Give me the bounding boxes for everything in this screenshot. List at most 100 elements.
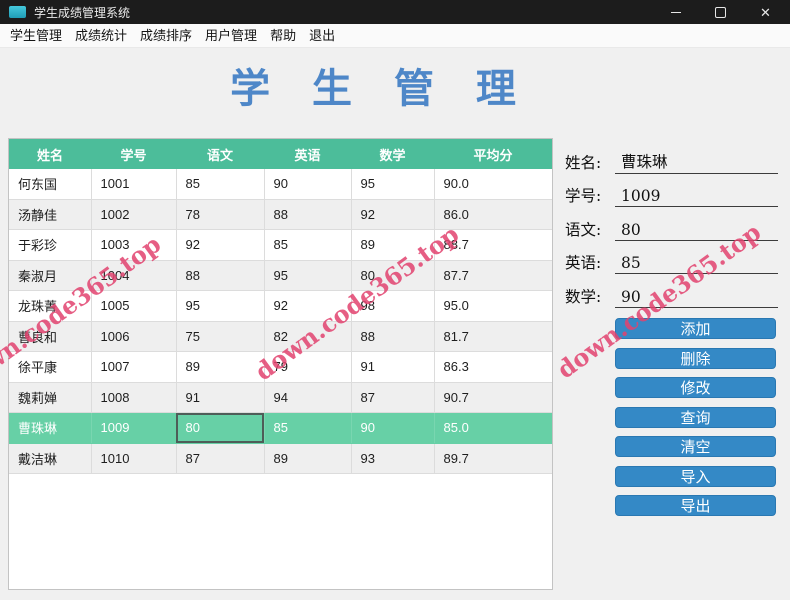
table-cell[interactable]: 75 bbox=[176, 321, 265, 352]
table-row[interactable]: 曹良和 1006 75 82 88 81.7 bbox=[9, 321, 552, 352]
table-cell[interactable]: 92 bbox=[264, 290, 352, 322]
column-header-4[interactable]: 数学 bbox=[351, 139, 434, 169]
table-cell[interactable]: 1008 bbox=[91, 382, 177, 413]
table-cell[interactable]: 92 bbox=[176, 229, 265, 261]
table-cell[interactable]: 87 bbox=[176, 443, 265, 474]
table-row[interactable]: 曹珠琳 1009 80 85 90 85.0 bbox=[9, 412, 552, 444]
table-cell[interactable]: 95.0 bbox=[434, 290, 552, 322]
menu-item-student-manage[interactable]: 学生管理 bbox=[6, 24, 66, 48]
student-id-input[interactable]: 1009 bbox=[615, 184, 778, 207]
table-row[interactable]: 徐平康 1007 89 79 91 86.3 bbox=[9, 351, 552, 383]
table-cell[interactable]: 88 bbox=[264, 199, 352, 230]
column-header-5[interactable]: 平均分 bbox=[434, 139, 552, 169]
column-header-0[interactable]: 姓名 bbox=[9, 139, 91, 169]
menu-item-help[interactable]: 帮助 bbox=[266, 24, 300, 48]
table-cell[interactable]: 90 bbox=[264, 169, 352, 200]
table-cell[interactable]: 85.0 bbox=[434, 412, 552, 444]
table-cell[interactable]: 1001 bbox=[91, 169, 177, 200]
table-cell[interactable]: 78 bbox=[176, 199, 265, 230]
menu-item-score-sort[interactable]: 成绩排序 bbox=[136, 24, 196, 48]
maximize-button[interactable] bbox=[698, 0, 743, 24]
table-cell[interactable]: 戴洁琳 bbox=[9, 443, 92, 474]
math-input[interactable]: 90 bbox=[615, 285, 778, 308]
table-row[interactable]: 于彩珍 1003 92 85 89 88.7 bbox=[9, 229, 552, 261]
column-header-2[interactable]: 语文 bbox=[176, 139, 264, 169]
table-cell[interactable]: 89.7 bbox=[434, 443, 552, 474]
table-cell[interactable]: 曹珠琳 bbox=[9, 412, 92, 444]
table-cell[interactable]: 87 bbox=[351, 382, 435, 413]
table-cell[interactable]: 94 bbox=[264, 382, 352, 413]
table-cell[interactable]: 85 bbox=[176, 169, 265, 200]
close-button[interactable]: ✕ bbox=[743, 0, 788, 24]
menu-item-exit[interactable]: 退出 bbox=[305, 24, 339, 48]
maximize-icon bbox=[715, 6, 726, 18]
table-cell[interactable]: 95 bbox=[351, 169, 435, 200]
table-cell[interactable]: 魏莉婵 bbox=[9, 382, 92, 413]
table-cell[interactable]: 于彩珍 bbox=[9, 229, 92, 261]
table-cell[interactable]: 95 bbox=[176, 290, 265, 322]
table-cell[interactable]: 89 bbox=[176, 351, 265, 383]
table-cell[interactable]: 98 bbox=[351, 290, 435, 322]
table-cell[interactable]: 汤静佳 bbox=[9, 199, 92, 230]
clear-button[interactable]: 清空 bbox=[615, 436, 776, 457]
table-cell[interactable]: 80 bbox=[351, 260, 435, 291]
import-button[interactable]: 导入 bbox=[615, 465, 776, 487]
table-cell[interactable]: 曹良和 bbox=[9, 321, 92, 352]
menu-item-score-stats[interactable]: 成绩统计 bbox=[71, 24, 131, 48]
table-cell[interactable]: 86.3 bbox=[434, 351, 552, 383]
table-row[interactable]: 龙珠菁 1005 95 92 98 95.0 bbox=[9, 290, 552, 322]
table-cell[interactable]: 87.7 bbox=[434, 260, 552, 291]
english-input[interactable]: 85 bbox=[615, 251, 778, 274]
table-cell[interactable]: 89 bbox=[264, 443, 352, 474]
table-row[interactable]: 何东国 1001 85 90 95 90.0 bbox=[9, 169, 552, 200]
table-cell[interactable]: 何东国 bbox=[9, 169, 92, 200]
table-cell[interactable]: 79 bbox=[264, 351, 352, 383]
table-cell[interactable]: 90.7 bbox=[434, 382, 552, 413]
name-input[interactable]: 曹珠琳 bbox=[615, 150, 778, 174]
table-cell[interactable]: 1003 bbox=[91, 229, 177, 261]
column-header-1[interactable]: 学号 bbox=[91, 139, 176, 169]
table-cell[interactable]: 龙珠菁 bbox=[9, 290, 92, 322]
modify-button[interactable]: 修改 bbox=[615, 377, 776, 398]
table-cell[interactable]: 92 bbox=[351, 199, 435, 230]
table-cell[interactable]: 93 bbox=[351, 443, 435, 474]
table-cell[interactable]: 91 bbox=[176, 382, 265, 413]
table-cell[interactable]: 90.0 bbox=[434, 169, 552, 200]
table-row[interactable]: 秦淑月 1004 88 95 80 87.7 bbox=[9, 260, 552, 291]
table-cell[interactable]: 81.7 bbox=[434, 321, 552, 352]
chinese-input[interactable]: 80 bbox=[615, 218, 778, 241]
math-label: 数学: bbox=[565, 287, 602, 306]
table-cell[interactable]: 1005 bbox=[91, 290, 177, 322]
table-cell[interactable]: 1009 bbox=[91, 412, 177, 444]
export-button[interactable]: 导出 bbox=[615, 495, 776, 516]
table-cell[interactable]: 89 bbox=[351, 229, 435, 261]
table-cell[interactable]: 90 bbox=[351, 412, 435, 444]
query-button[interactable]: 查询 bbox=[615, 406, 776, 428]
table-cell[interactable]: 1004 bbox=[91, 260, 177, 291]
table-cell[interactable]: 91 bbox=[351, 351, 435, 383]
table-cell[interactable]: 徐平康 bbox=[9, 351, 92, 383]
table-cell[interactable]: 秦淑月 bbox=[9, 260, 92, 291]
add-button[interactable]: 添加 bbox=[615, 318, 776, 339]
table-cell[interactable]: 88 bbox=[176, 260, 265, 291]
table-row[interactable]: 戴洁琳 1010 87 89 93 89.7 bbox=[9, 443, 552, 474]
table-cell[interactable]: 1002 bbox=[91, 199, 177, 230]
table-cell[interactable]: 88.7 bbox=[434, 229, 552, 261]
table-row[interactable]: 魏莉婵 1008 91 94 87 90.7 bbox=[9, 382, 552, 413]
table-row[interactable]: 汤静佳 1002 78 88 92 86.0 bbox=[9, 199, 552, 230]
table-cell[interactable]: 1007 bbox=[91, 351, 177, 383]
table-cell[interactable]: 95 bbox=[264, 260, 352, 291]
table-cell[interactable]: 85 bbox=[264, 412, 352, 444]
column-header-3[interactable]: 英语 bbox=[264, 139, 351, 169]
table-cell[interactable]: 1006 bbox=[91, 321, 177, 352]
table-cell[interactable]: 82 bbox=[264, 321, 352, 352]
menu-item-user-manage[interactable]: 用户管理 bbox=[201, 24, 261, 48]
minimize-button[interactable] bbox=[653, 0, 698, 24]
table-cell[interactable]: 1010 bbox=[91, 443, 177, 474]
table-cell[interactable]: 88 bbox=[351, 321, 435, 352]
table-cell[interactable]: 85 bbox=[264, 229, 352, 261]
table-cell[interactable]: 86.0 bbox=[434, 199, 552, 230]
delete-button[interactable]: 删除 bbox=[615, 347, 776, 369]
table-cell[interactable]: 80 bbox=[176, 412, 265, 444]
student-form: 姓名: 曹珠琳 学号: 1009 语文: 80 英语: 85 数学: 90 bbox=[565, 140, 778, 308]
